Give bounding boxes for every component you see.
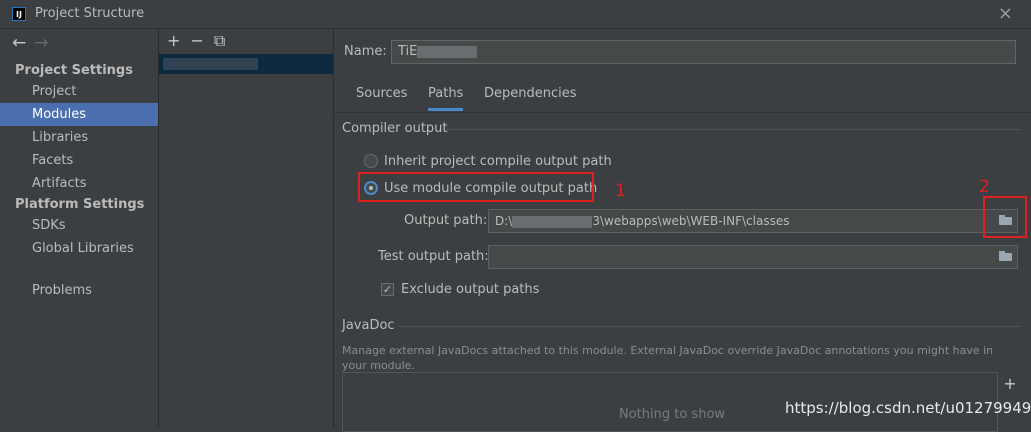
output-path-suffix: 3\webapps\web\WEB-INF\classes (592, 214, 790, 228)
forward-arrow-icon[interactable]: → (34, 33, 48, 53)
redacted-module-name (163, 58, 258, 70)
history-navigation: ← → (12, 33, 49, 53)
sidebar-item-artifacts[interactable]: Artifacts (0, 172, 158, 195)
test-output-path-field[interactable] (488, 245, 1018, 269)
tab-paths[interactable]: Paths (428, 86, 464, 111)
inherit-radio-label: Inherit project compile output path (384, 154, 612, 169)
inherit-radio[interactable] (364, 154, 378, 168)
module-tree-item[interactable] (159, 54, 333, 74)
title-bar: IJ Project Structure × (0, 0, 1031, 29)
javadoc-divider (398, 326, 1021, 327)
exclude-label: Exclude output paths (401, 282, 540, 297)
back-arrow-icon[interactable]: ← (12, 33, 26, 53)
output-path-field[interactable]: D:\ 3\webapps\web\WEB-INF\classes (488, 209, 1018, 233)
exclude-checkbox[interactable]: ✓ (381, 283, 394, 296)
annotation-number-2: 2 (979, 177, 990, 197)
annotation-box-1 (358, 172, 594, 202)
javadoc-description: Manage external JavaDocs attached to thi… (342, 344, 994, 372)
sidebar-item-facets[interactable]: Facets (0, 149, 158, 172)
compiler-output-title: Compiler output (342, 121, 448, 136)
output-path-label: Output path: (404, 213, 488, 228)
redacted-name-suffix (417, 45, 478, 58)
modules-list-panel: + − ⧉ (159, 29, 334, 428)
sidebar-item-global-libraries[interactable]: Global Libraries (0, 237, 158, 260)
redacted-path-segment (512, 215, 593, 228)
settings-sidebar: ← → Project Settings Project Modules Libr… (0, 29, 159, 428)
output-path-prefix: D:\ (495, 214, 513, 228)
add-module-icon[interactable]: + (167, 31, 180, 50)
browse-test-folder-icon[interactable] (993, 246, 1017, 268)
watermark-text: https://blog.csdn.net/u012799495 (785, 399, 1031, 417)
name-label: Name: (344, 44, 387, 59)
module-name-field[interactable]: TiE (391, 40, 1016, 64)
copy-module-icon[interactable]: ⧉ (214, 31, 225, 50)
section-project-settings: Project Settings (15, 63, 133, 78)
tab-dependencies[interactable]: Dependencies (484, 86, 577, 108)
javadoc-title: JavaDoc (342, 318, 395, 333)
test-output-path-label: Test output path: (378, 249, 489, 264)
section-platform-settings: Platform Settings (15, 197, 145, 212)
sidebar-item-sdks[interactable]: SDKs (0, 214, 158, 237)
module-settings-panel: Name: TiE Sources Paths Dependencies Com… (334, 29, 1031, 432)
tab-divider (334, 112, 1031, 113)
sidebar-item-modules[interactable]: Modules (0, 103, 158, 126)
sidebar-item-libraries[interactable]: Libraries (0, 126, 158, 149)
compiler-output-divider (446, 129, 1021, 130)
intellij-app-icon: IJ (12, 7, 26, 21)
tab-sources[interactable]: Sources (356, 86, 407, 108)
annotation-box-2 (983, 196, 1027, 238)
close-icon[interactable]: × (998, 3, 1013, 24)
modules-toolbar: + − ⧉ (167, 31, 235, 51)
window-title: Project Structure (35, 6, 145, 21)
annotation-number-1: 1 (615, 181, 626, 201)
sidebar-item-project[interactable]: Project (0, 80, 158, 103)
empty-list-text: Nothing to show (619, 407, 726, 422)
remove-module-icon[interactable]: − (190, 31, 203, 50)
sidebar-item-problems[interactable]: Problems (0, 279, 158, 302)
add-javadoc-icon[interactable]: + (998, 372, 1022, 396)
module-name-value: TiE (398, 44, 418, 59)
